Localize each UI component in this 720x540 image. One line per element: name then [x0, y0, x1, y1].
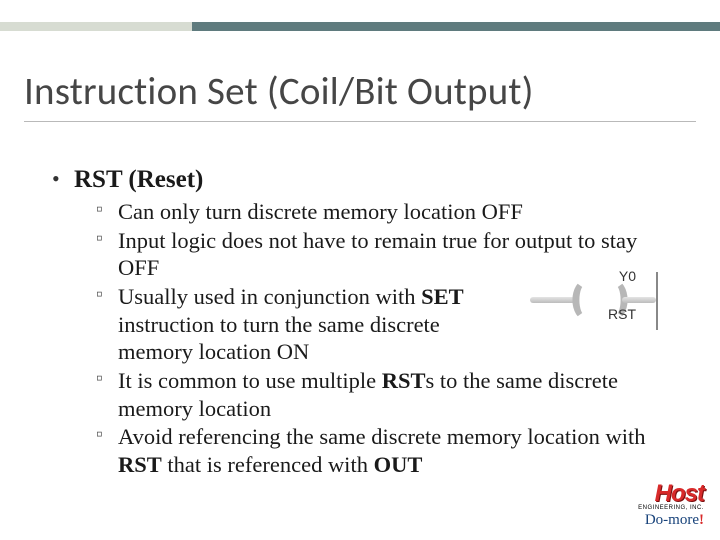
- text-span: Usually used in conjunction with: [118, 284, 421, 309]
- logo-exclaim-icon: !: [699, 512, 704, 528]
- coil-wire-right: [622, 297, 656, 303]
- slide-title: Instruction Set (Coil/Bit Output): [24, 68, 534, 115]
- stripe-dark: [192, 22, 720, 31]
- text-span: that is referenced with: [162, 452, 374, 477]
- text-bold-out: OUT: [374, 452, 423, 477]
- main-bullet: RST (Reset): [52, 166, 662, 194]
- text-span: It is common to use multiple: [118, 368, 382, 393]
- sub-item-5: Avoid referencing the same discrete memo…: [96, 423, 662, 478]
- coil-address-label: Y0: [619, 268, 636, 284]
- logo-subtext: ENGINEERING, INC.: [638, 505, 704, 511]
- title-divider: [24, 121, 696, 122]
- text-span: instruction to turn the same discrete me…: [118, 312, 440, 365]
- coil-power-rail: [656, 272, 658, 330]
- footer-logo: Host ENGINEERING, INC. Do-more!: [638, 482, 704, 528]
- text-bold-rst: RST: [382, 368, 426, 393]
- sub-item-1: Can only turn discrete memory location O…: [96, 198, 662, 226]
- stripe-light: [0, 22, 192, 31]
- text-bold-rst: RST: [118, 452, 162, 477]
- slide: Instruction Set (Coil/Bit Output) RST (R…: [0, 0, 720, 540]
- text-span: Avoid referencing the same discrete memo…: [118, 424, 646, 449]
- sub-bullet-list: Can only turn discrete memory location O…: [52, 198, 662, 479]
- logo-brand: Host: [638, 482, 704, 506]
- logo-tagline: Do-more!: [638, 513, 704, 528]
- text-bold-set: SET: [421, 284, 464, 309]
- coil-instruction-label: RST: [608, 306, 636, 322]
- rst-coil-symbol: Y0 RST: [530, 272, 658, 330]
- coil-wire-left: [530, 297, 576, 303]
- logo-tag-text: Do-more: [645, 512, 699, 528]
- coil-paren-left-icon: [572, 280, 597, 320]
- top-accent-stripe: [0, 22, 720, 32]
- sub-item-4: It is common to use multiple RSTs to the…: [96, 367, 662, 422]
